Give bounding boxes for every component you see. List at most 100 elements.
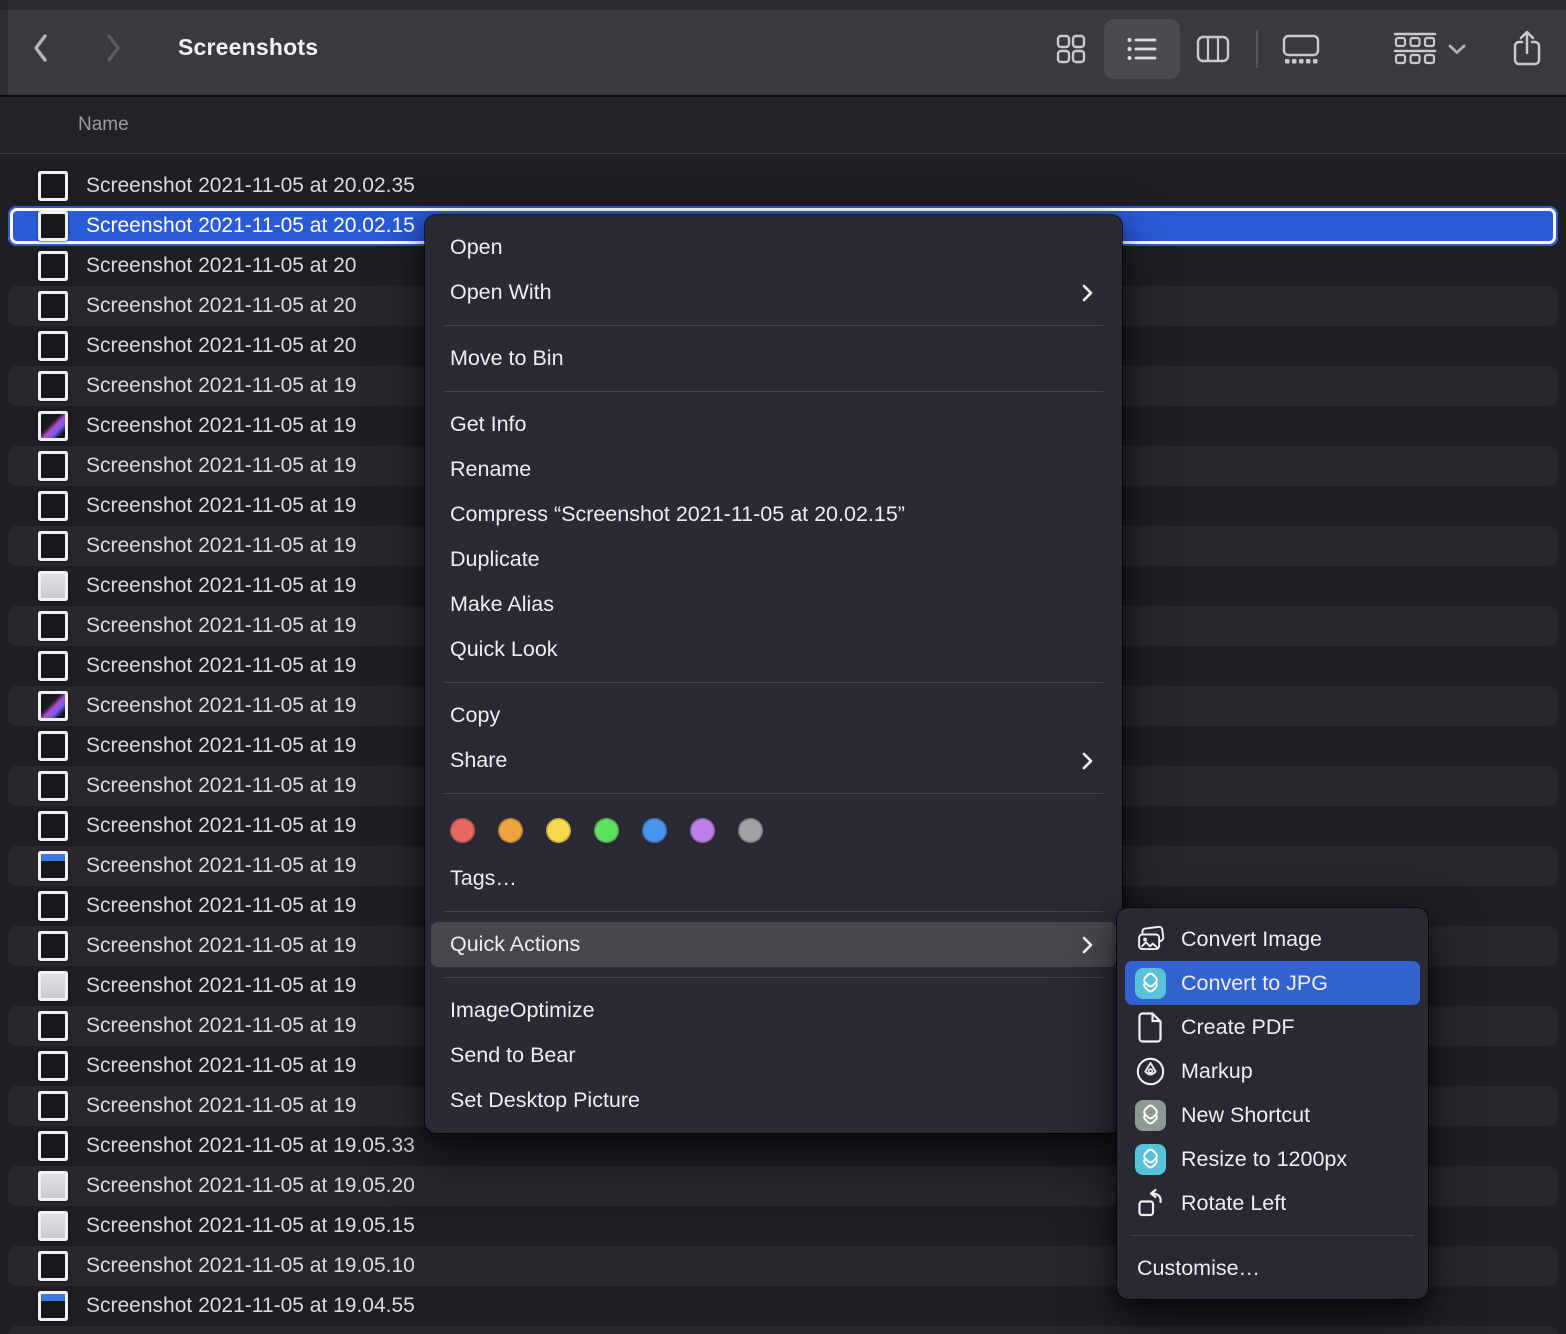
menu-item-set-desktop-picture[interactable]: Set Desktop Picture — [431, 1078, 1116, 1123]
menu-item-open-with[interactable]: Open With — [431, 270, 1116, 315]
thumbnail-preview — [41, 334, 65, 358]
file-thumbnail-icon — [38, 1131, 68, 1161]
rotate-left-icon — [1135, 1188, 1166, 1219]
menu-item-label: Make Alias — [450, 592, 554, 617]
list-view-button[interactable] — [1104, 19, 1180, 79]
menu-item-send-to-bear[interactable]: Send to Bear — [431, 1033, 1116, 1078]
menu-item-move-to-bin[interactable]: Move to Bin — [431, 336, 1116, 381]
chevron-down-icon — [1448, 43, 1466, 55]
tag-color-red[interactable] — [450, 818, 475, 843]
file-thumbnail-icon — [38, 771, 68, 801]
tag-color-yellow[interactable] — [546, 818, 571, 843]
menu-item-label: Duplicate — [450, 547, 540, 572]
thumbnail-preview — [41, 1254, 65, 1278]
file-name: Screenshot 2021-11-05 at 19 — [86, 1014, 356, 1038]
file-name: Screenshot 2021-11-05 at 19 — [86, 974, 356, 998]
file-thumbnail-icon — [38, 491, 68, 521]
file-thumbnail-icon — [38, 331, 68, 361]
tag-color-orange[interactable] — [498, 818, 523, 843]
thumbnail-preview — [41, 1294, 65, 1318]
thumbnail-preview — [41, 214, 65, 238]
thumbnail-preview — [41, 1014, 65, 1038]
menu-item-imageoptimize[interactable]: ImageOptimize — [431, 988, 1116, 1033]
quick-action-resize-to-1200px[interactable]: Resize to 1200px — [1125, 1137, 1420, 1181]
share-icon — [1510, 29, 1544, 69]
quick-action-create-pdf[interactable]: Create PDF — [1125, 1005, 1420, 1049]
menu-item-label: Get Info — [450, 412, 527, 437]
context-menu: OpenOpen WithMove to BinGet InfoRenameCo… — [425, 215, 1122, 1133]
menu-item-get-info[interactable]: Get Info — [431, 402, 1116, 447]
file-name: Screenshot 2021-11-05 at 19 — [86, 534, 356, 558]
file-thumbnail-icon — [38, 451, 68, 481]
file-thumbnail-icon — [38, 291, 68, 321]
column-header-name[interactable]: Name — [78, 114, 129, 136]
file-thumbnail-icon — [38, 1051, 68, 1081]
file-name: Screenshot 2021-11-05 at 19 — [86, 694, 356, 718]
thumbnail-preview — [41, 534, 65, 558]
file-row[interactable] — [8, 1326, 1558, 1334]
menu-separator — [444, 325, 1103, 326]
share-button[interactable] — [1510, 29, 1544, 69]
thumbnail-preview — [41, 1174, 65, 1198]
forward-button[interactable] — [96, 28, 130, 68]
back-button[interactable] — [24, 28, 58, 68]
file-name: Screenshot 2021-11-05 at 19 — [86, 894, 356, 918]
icon-view-button[interactable] — [1038, 19, 1104, 79]
menu-item-share[interactable]: Share — [431, 738, 1116, 783]
menu-item-open[interactable]: Open — [431, 225, 1116, 270]
file-name: Screenshot 2021-11-05 at 19 — [86, 734, 356, 758]
quick-action-label: Create PDF — [1181, 1015, 1295, 1040]
file-thumbnail-icon — [38, 811, 68, 841]
quick-action-new-shortcut[interactable]: New Shortcut — [1125, 1093, 1420, 1137]
file-name: Screenshot 2021-11-05 at 20 — [86, 294, 356, 318]
file-name: Screenshot 2021-11-05 at 19 — [86, 1054, 356, 1078]
menu-item-copy[interactable]: Copy — [431, 693, 1116, 738]
quick-action-label: Customise… — [1137, 1256, 1260, 1281]
tag-color-green[interactable] — [594, 818, 619, 843]
quick-action-rotate-left[interactable]: Rotate Left — [1125, 1181, 1420, 1225]
menu-item-label: Copy — [450, 703, 500, 728]
column-view-button[interactable] — [1180, 19, 1246, 79]
tag-color-gray[interactable] — [738, 818, 763, 843]
thumbnail-preview — [41, 1134, 65, 1158]
file-row[interactable]: Screenshot 2021-11-05 at 20.02.35 — [8, 166, 1558, 206]
grid-view-icon — [1054, 32, 1088, 66]
quick-action-customise[interactable]: Customise… — [1125, 1246, 1420, 1290]
file-name: Screenshot 2021-11-05 at 19 — [86, 414, 356, 438]
gallery-view-icon — [1281, 33, 1321, 65]
menu-item-quick-actions[interactable]: Quick Actions — [431, 922, 1116, 967]
chevron-left-icon — [30, 32, 52, 64]
file-thumbnail-icon — [38, 411, 68, 441]
menu-item-duplicate[interactable]: Duplicate — [431, 537, 1116, 582]
menu-item-compress-screenshot-2021-11-05[interactable]: Compress “Screenshot 2021-11-05 at 20.02… — [431, 492, 1116, 537]
group-by-button[interactable] — [1392, 30, 1466, 68]
quick-action-label: Markup — [1181, 1059, 1253, 1084]
quick-action-convert-image[interactable]: Convert Image — [1125, 917, 1420, 961]
tag-color-blue[interactable] — [642, 818, 667, 843]
file-name: Screenshot 2021-11-05 at 19 — [86, 854, 356, 878]
quick-action-markup[interactable]: Markup — [1125, 1049, 1420, 1093]
thumbnail-preview — [41, 374, 65, 398]
gallery-view-button[interactable] — [1268, 19, 1334, 79]
tag-color-purple[interactable] — [690, 818, 715, 843]
shortcuts-icon — [1135, 1100, 1166, 1131]
create-pdf-icon — [1135, 1012, 1166, 1043]
quick-action-label: Convert Image — [1181, 927, 1322, 952]
file-thumbnail-icon — [38, 731, 68, 761]
thumbnail-preview — [41, 894, 65, 918]
thumbnail-preview — [41, 1054, 65, 1078]
shortcuts-icon — [1135, 968, 1166, 999]
file-name: Screenshot 2021-11-05 at 20.02.35 — [86, 174, 415, 198]
thumbnail-preview — [41, 494, 65, 518]
file-name: Screenshot 2021-11-05 at 19 — [86, 774, 356, 798]
tag-color-row — [431, 804, 1116, 856]
menu-item-rename[interactable]: Rename — [431, 447, 1116, 492]
file-thumbnail-icon — [38, 371, 68, 401]
menu-item-tags[interactable]: Tags… — [431, 856, 1116, 901]
quick-actions-submenu: Convert Image Convert to JPG Create PDF Mar… — [1117, 908, 1428, 1299]
menu-item-quick-look[interactable]: Quick Look — [431, 627, 1116, 672]
quick-action-label: Convert to JPG — [1181, 971, 1328, 996]
menu-item-make-alias[interactable]: Make Alias — [431, 582, 1116, 627]
file-thumbnail-icon — [38, 1251, 68, 1281]
quick-action-convert-to-jpg[interactable]: Convert to JPG — [1125, 961, 1420, 1005]
